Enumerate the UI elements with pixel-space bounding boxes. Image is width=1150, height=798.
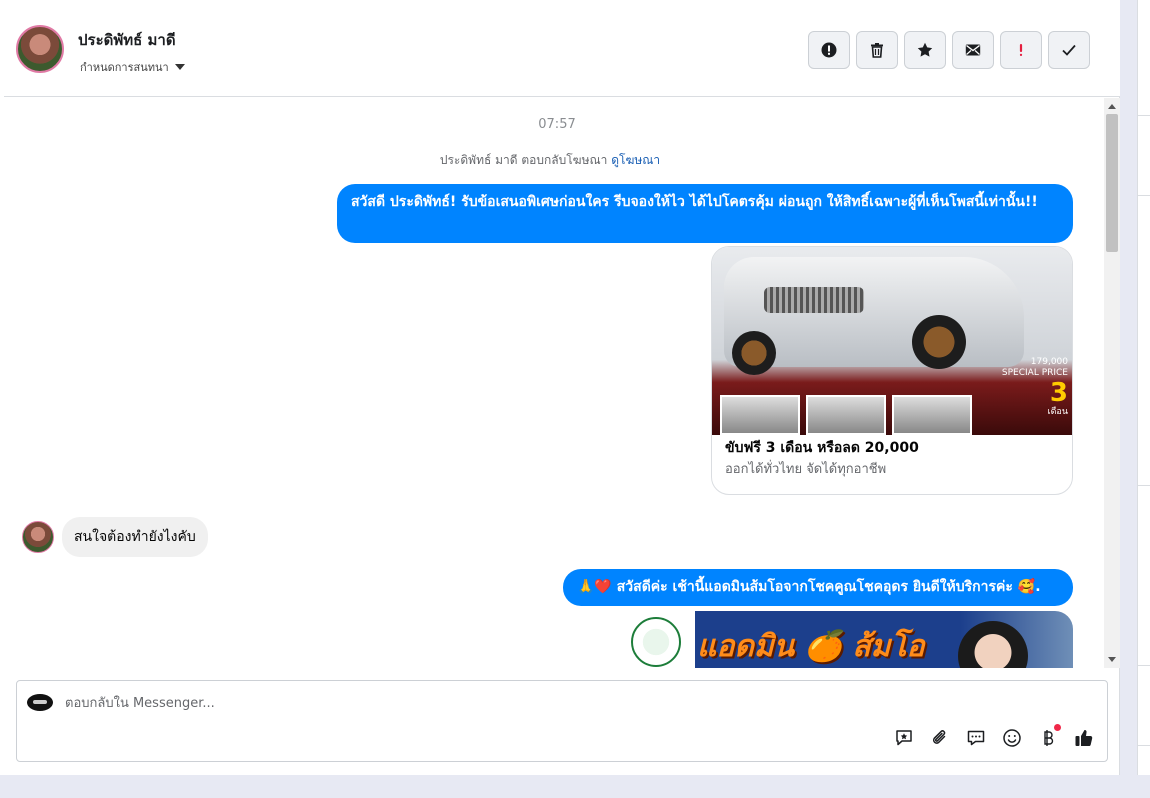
conversation-panel: ประดิพัทธ์ มาดี กำหนดการสนทนา 07:57 ประด… — [0, 0, 1120, 775]
emoji-icon — [1003, 729, 1021, 747]
contact-avatar[interactable] — [16, 25, 64, 73]
page-logo — [27, 694, 53, 711]
admin-photo — [958, 621, 1028, 668]
report-button[interactable] — [808, 31, 850, 69]
divider — [1138, 745, 1150, 746]
admin-banner-image[interactable]: แอดมิน 🍊 ส้มโอ — [623, 611, 1073, 668]
ad-card-message[interactable]: 179,000 SPECIAL PRICE 3 เดือน ขับฟรี 3 เ… — [711, 246, 1073, 495]
attach-button[interactable] — [929, 727, 951, 749]
car-thumbnail — [892, 395, 972, 435]
car-thumbnails — [720, 395, 972, 435]
divider — [1138, 665, 1150, 666]
contact-name[interactable]: ประดิพัทธ์ มาดี — [78, 28, 176, 52]
car-grill — [764, 287, 864, 313]
trash-icon — [871, 43, 883, 58]
card-title: ขับฟรี 3 เดือน หรือลด 20,000 — [725, 440, 919, 456]
composer-tools — [893, 724, 1095, 749]
check-icon — [1062, 44, 1076, 56]
divider — [1138, 115, 1150, 116]
promo-label: เดือน — [1047, 407, 1068, 417]
divider — [1138, 485, 1150, 486]
scroll-thumb[interactable] — [1106, 114, 1118, 252]
view-ad-link[interactable]: ดูโฆษณา — [611, 153, 660, 167]
reply-composer — [16, 680, 1108, 762]
chat-icon — [967, 730, 985, 746]
mark-done-button[interactable] — [1048, 31, 1090, 69]
scroll-up-arrow-icon[interactable] — [1108, 104, 1116, 109]
assign-label: กำหนดการสนทนา — [80, 61, 169, 74]
like-icon — [1075, 730, 1093, 746]
delete-button[interactable] — [856, 31, 898, 69]
baht-icon — [1044, 730, 1054, 746]
priority-button[interactable] — [1000, 31, 1042, 69]
customer-avatar[interactable] — [22, 521, 54, 553]
car-wheel — [912, 315, 966, 369]
star-button[interactable] — [904, 31, 946, 69]
chat-button[interactable] — [965, 727, 987, 749]
thread-scrollbar[interactable] — [1104, 98, 1120, 668]
car-ad-image: 179,000 SPECIAL PRICE 3 เดือน — [712, 247, 1072, 435]
report-icon — [821, 42, 837, 58]
scroll-down-arrow-icon[interactable] — [1108, 657, 1116, 662]
assign-conversation-dropdown[interactable]: กำหนดการสนทนา — [80, 58, 185, 76]
card-subtitle: ออกได้ทั่วไทย จัดได้ทุกอาชีพ — [725, 462, 887, 477]
car-thumbnail — [806, 395, 886, 435]
caret-down-icon — [174, 64, 185, 70]
message-thread[interactable]: 07:57 ประดิพัทธ์ มาดี ตอบกลับโฆษณา ดูโฆษ… — [4, 98, 1104, 668]
priority-icon — [1019, 44, 1023, 56]
attach-icon — [932, 730, 946, 744]
dealer-logo — [631, 617, 681, 667]
star-icon — [917, 42, 933, 57]
car-wheel — [732, 331, 776, 375]
mark-unread-button[interactable] — [952, 31, 994, 69]
saved-reply-icon — [896, 730, 912, 746]
header-actions — [808, 31, 1090, 69]
emoji-button[interactable] — [1001, 727, 1023, 749]
payment-button[interactable] — [1037, 724, 1061, 749]
outgoing-message[interactable]: 🙏❤️ สวัสดีค่ะ เช้านี้แอดมินส้มโอจากโชคคู… — [563, 569, 1073, 606]
price-tag: 179,000 SPECIAL PRICE 3 เดือน — [1002, 357, 1068, 418]
saved-reply-button[interactable] — [893, 727, 915, 749]
promo-number: 3 — [1049, 378, 1068, 408]
like-button[interactable] — [1073, 727, 1095, 749]
right-sidebar-edge — [1137, 0, 1150, 775]
conversation-header: ประดิพัทธ์ มาดี กำหนดการสนทนา — [4, 0, 1120, 97]
incoming-message-row: สนใจต้องทำยังไงคับ — [22, 517, 208, 557]
ad-reply-text: ประดิพัทธ์ มาดี ตอบกลับโฆษณา — [439, 153, 608, 167]
reply-input[interactable] — [65, 691, 665, 715]
incoming-message[interactable]: สนใจต้องทำยังไงคับ — [62, 517, 208, 557]
divider — [1138, 195, 1150, 196]
banner-text: แอดมิน 🍊 ส้มโอ — [697, 629, 925, 664]
price-text: 179,000 — [1030, 357, 1068, 367]
mail-icon — [965, 44, 981, 56]
message-timestamp: 07:57 — [538, 117, 576, 132]
car-thumbnail — [720, 395, 800, 435]
outgoing-message[interactable]: สวัสดี ประดิพัทธ์! รับข้อเสนอพิเศษก่อนใค… — [337, 184, 1073, 243]
ad-reply-note: ประดิพัทธ์ มาดี ตอบกลับโฆษณา ดูโฆษณา — [4, 151, 1096, 170]
notification-dot — [1054, 724, 1061, 731]
